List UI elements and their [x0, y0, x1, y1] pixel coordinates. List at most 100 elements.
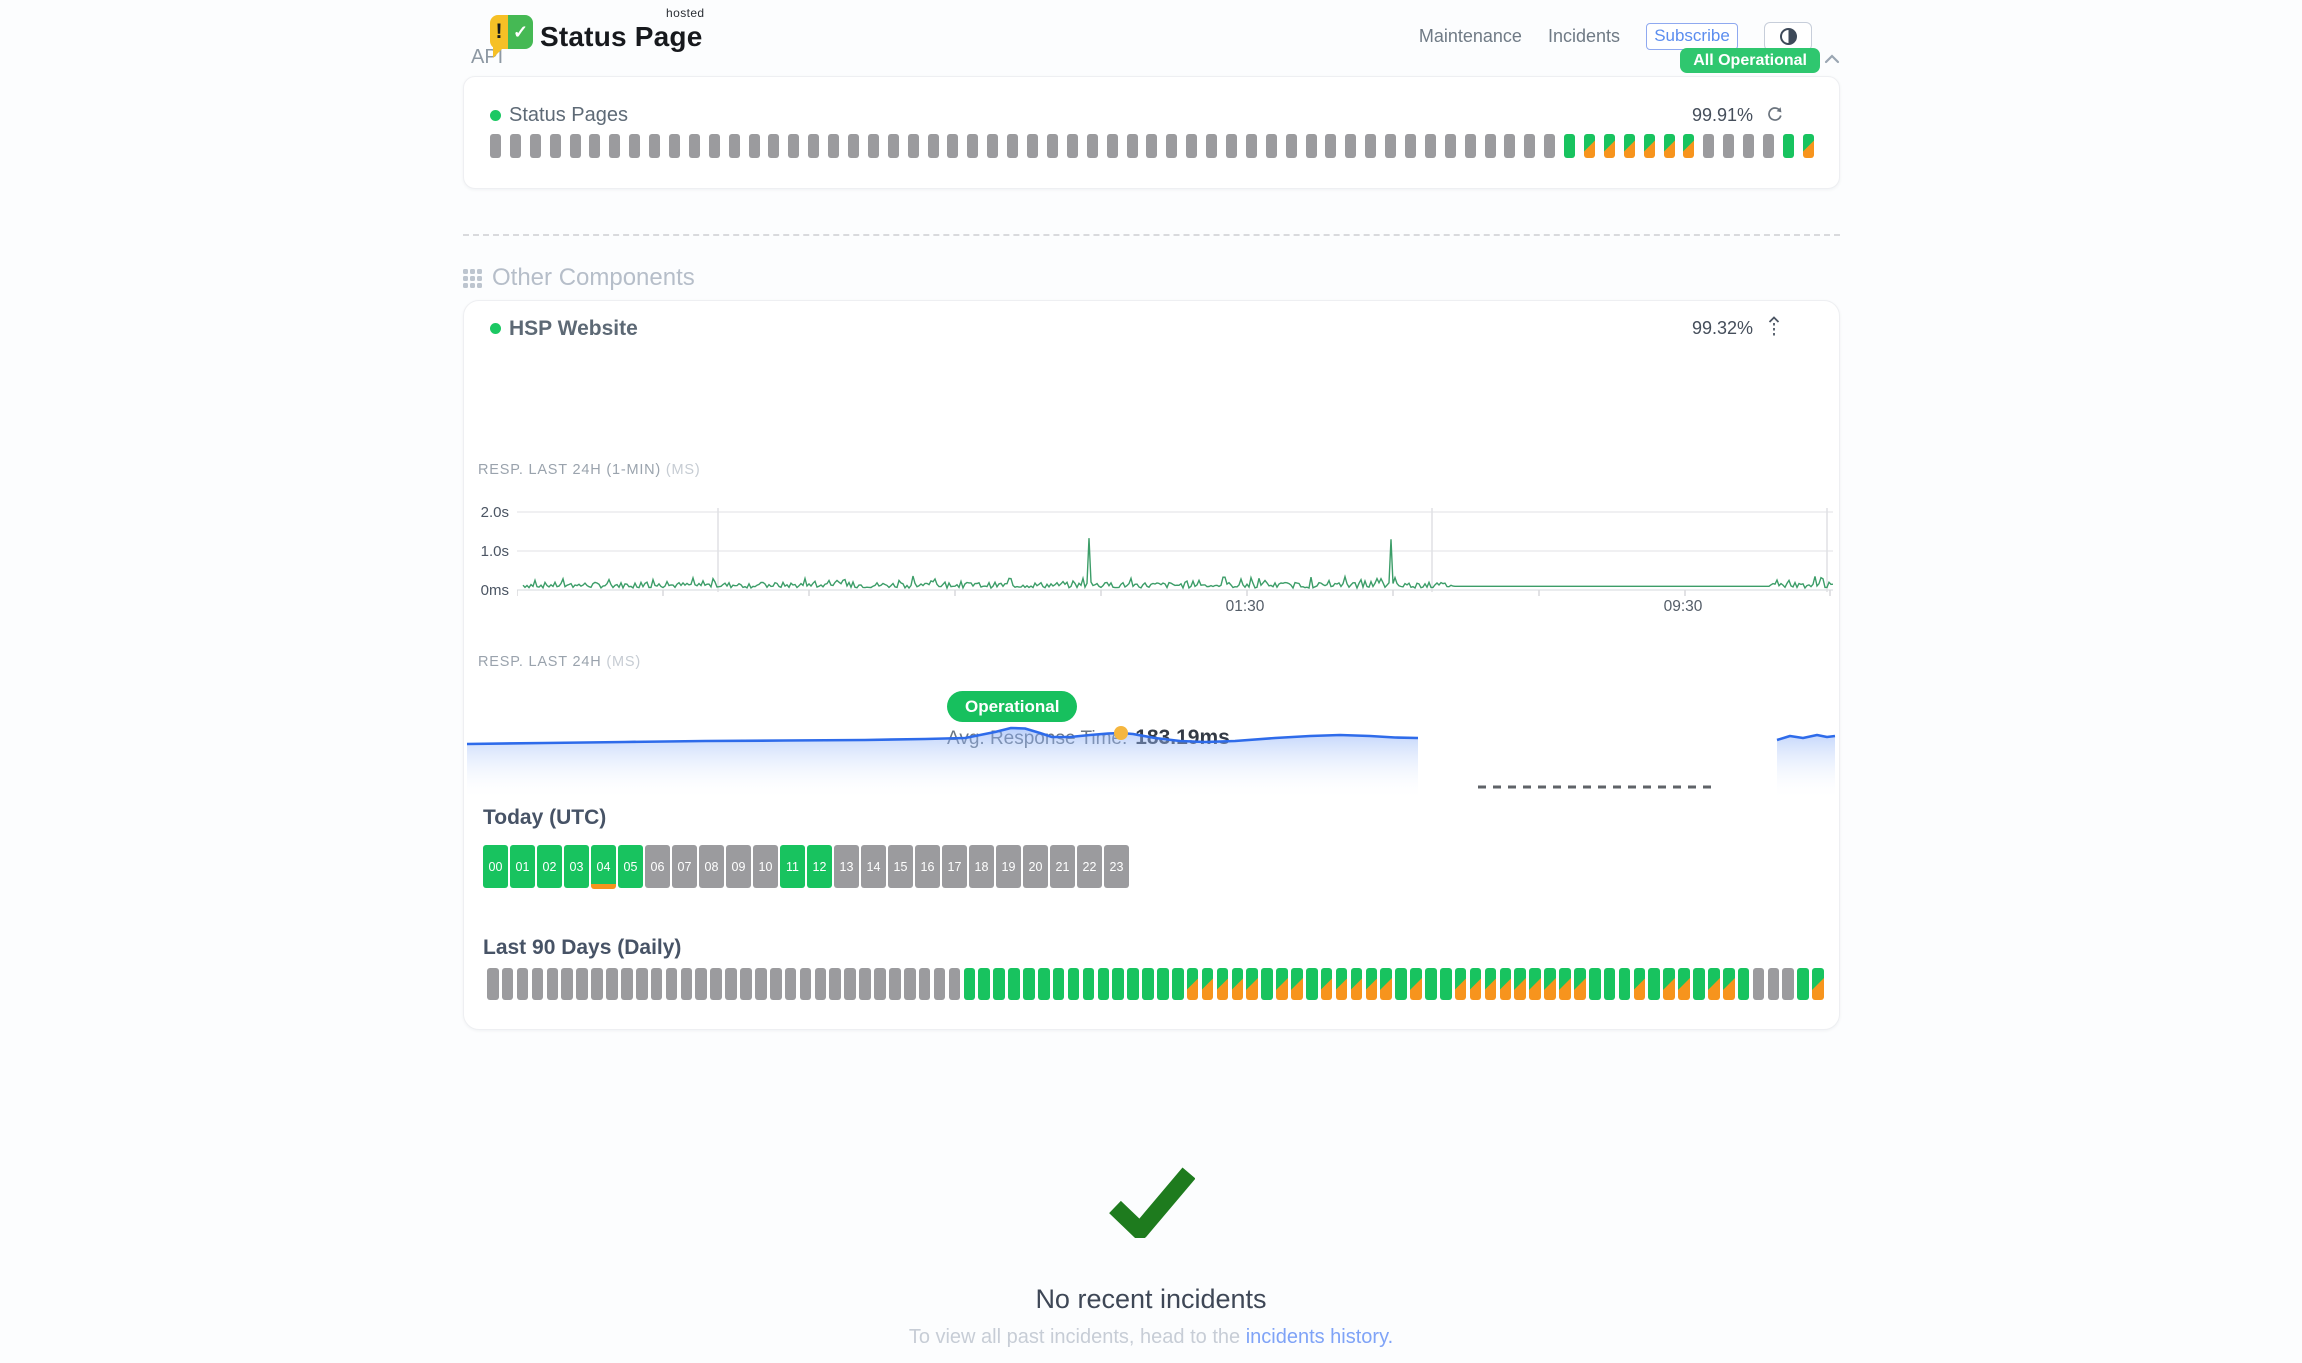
daily-uptime-bar[interactable] — [1217, 968, 1229, 1000]
uptime-bar[interactable] — [1445, 134, 1456, 158]
hour-block-22[interactable]: 22 — [1077, 845, 1102, 888]
uptime-bar[interactable] — [1783, 134, 1794, 158]
daily-uptime-bar[interactable] — [1648, 968, 1660, 1000]
hour-block-15[interactable]: 15 — [888, 845, 913, 888]
daily-uptime-bar[interactable] — [949, 968, 961, 1000]
daily-uptime-bar[interactable] — [978, 968, 990, 1000]
daily-uptime-bar[interactable] — [725, 968, 737, 1000]
daily-uptime-bar[interactable] — [1083, 968, 1095, 1000]
daily-uptime-bar[interactable] — [576, 968, 588, 1000]
daily-uptime-bar[interactable] — [785, 968, 797, 1000]
hour-block-03[interactable]: 03 — [564, 845, 589, 888]
uptime-bar[interactable] — [1763, 134, 1774, 158]
daily-uptime-bar[interactable] — [993, 968, 1005, 1000]
uptime-bar[interactable] — [1803, 134, 1814, 158]
uptime-bar[interactable] — [1743, 134, 1754, 158]
daily-uptime-bar[interactable] — [1544, 968, 1556, 1000]
daily-uptime-bar[interactable] — [919, 968, 931, 1000]
nav-maintenance[interactable]: Maintenance — [1419, 26, 1522, 47]
daily-uptime-bar[interactable] — [1514, 968, 1526, 1000]
uptime-bar[interactable] — [1485, 134, 1496, 158]
daily-uptime-bar[interactable] — [1142, 968, 1154, 1000]
uptime-bar[interactable] — [1465, 134, 1476, 158]
uptime-bar[interactable] — [1504, 134, 1515, 158]
expand-up-arrow-icon[interactable] — [1767, 316, 1781, 338]
uptime-bar[interactable] — [709, 134, 720, 158]
daily-uptime-bar[interactable] — [1708, 968, 1720, 1000]
daily-uptime-bar[interactable] — [1068, 968, 1080, 1000]
uptime-bar[interactable] — [1425, 134, 1436, 158]
uptime-bar[interactable] — [1306, 134, 1317, 158]
hour-block-09[interactable]: 09 — [726, 845, 751, 888]
nav-incidents[interactable]: Incidents — [1548, 26, 1620, 47]
uptime-bar[interactable] — [1107, 134, 1118, 158]
uptime-bar[interactable] — [1286, 134, 1297, 158]
daily-uptime-bar[interactable] — [1663, 968, 1675, 1000]
daily-uptime-bar[interactable] — [1202, 968, 1214, 1000]
daily-uptime-bar[interactable] — [904, 968, 916, 1000]
uptime-bar[interactable] — [609, 134, 620, 158]
daily-uptime-bar[interactable] — [1753, 968, 1765, 1000]
daily-uptime-bar[interactable] — [517, 968, 529, 1000]
hour-block-00[interactable]: 00 — [483, 845, 508, 888]
uptime-bar[interactable] — [1405, 134, 1416, 158]
response-time-line-chart[interactable] — [517, 500, 1833, 608]
uptime-bar[interactable] — [570, 134, 581, 158]
daily-uptime-bar[interactable] — [1187, 968, 1199, 1000]
uptime-bar[interactable] — [1325, 134, 1336, 158]
daily-uptime-bar[interactable] — [1380, 968, 1392, 1000]
uptime-bar[interactable] — [1047, 134, 1058, 158]
uptime-bar[interactable] — [1584, 134, 1595, 158]
daily-status-strip[interactable] — [487, 968, 1824, 1000]
uptime-bar[interactable] — [1146, 134, 1157, 158]
daily-uptime-bar[interactable] — [1425, 968, 1437, 1000]
uptime-bar[interactable] — [749, 134, 760, 158]
daily-uptime-bar[interactable] — [1634, 968, 1646, 1000]
daily-uptime-bar[interactable] — [844, 968, 856, 1000]
daily-uptime-bar[interactable] — [740, 968, 752, 1000]
daily-uptime-bar[interactable] — [1023, 968, 1035, 1000]
hour-block-04[interactable]: 04 — [591, 845, 616, 888]
daily-uptime-bar[interactable] — [1768, 968, 1780, 1000]
uptime-bar[interactable] — [1226, 134, 1237, 158]
daily-uptime-bar[interactable] — [1306, 968, 1318, 1000]
daily-uptime-bar[interactable] — [1127, 968, 1139, 1000]
uptime-bar[interactable] — [729, 134, 740, 158]
uptime-bar[interactable] — [868, 134, 879, 158]
uptime-bar[interactable] — [490, 134, 501, 158]
daily-uptime-bar[interactable] — [1782, 968, 1794, 1000]
daily-uptime-bar[interactable] — [591, 968, 603, 1000]
hour-block-07[interactable]: 07 — [672, 845, 697, 888]
uptime-bar[interactable] — [510, 134, 521, 158]
daily-uptime-bar[interactable] — [1395, 968, 1407, 1000]
daily-uptime-bar[interactable] — [755, 968, 767, 1000]
uptime-bar[interactable] — [1683, 134, 1694, 158]
uptime-bar[interactable] — [1664, 134, 1675, 158]
daily-uptime-bar[interactable] — [1529, 968, 1541, 1000]
uptime-bar[interactable] — [669, 134, 680, 158]
daily-uptime-bar[interactable] — [606, 968, 618, 1000]
uptime-bar[interactable] — [649, 134, 660, 158]
daily-uptime-bar[interactable] — [1232, 968, 1244, 1000]
hour-block-12[interactable]: 12 — [807, 845, 832, 888]
uptime-bar[interactable] — [1345, 134, 1356, 158]
daily-uptime-bar[interactable] — [1485, 968, 1497, 1000]
daily-uptime-bar[interactable] — [1053, 968, 1065, 1000]
daily-uptime-bar[interactable] — [651, 968, 663, 1000]
uptime-bar-strip[interactable] — [490, 134, 1814, 158]
daily-uptime-bar[interactable] — [695, 968, 707, 1000]
uptime-bar[interactable] — [967, 134, 978, 158]
daily-uptime-bar[interactable] — [1172, 968, 1184, 1000]
uptime-bar[interactable] — [1604, 134, 1615, 158]
daily-uptime-bar[interactable] — [502, 968, 514, 1000]
hour-block-11[interactable]: 11 — [780, 845, 805, 888]
uptime-bar[interactable] — [689, 134, 700, 158]
refresh-icon[interactable] — [1766, 106, 1783, 123]
daily-uptime-bar[interactable] — [710, 968, 722, 1000]
daily-uptime-bar[interactable] — [1574, 968, 1586, 1000]
daily-uptime-bar[interactable] — [1112, 968, 1124, 1000]
daily-uptime-bar[interactable] — [1440, 968, 1452, 1000]
daily-uptime-bar[interactable] — [874, 968, 886, 1000]
uptime-bar[interactable] — [1644, 134, 1655, 158]
uptime-bar[interactable] — [908, 134, 919, 158]
